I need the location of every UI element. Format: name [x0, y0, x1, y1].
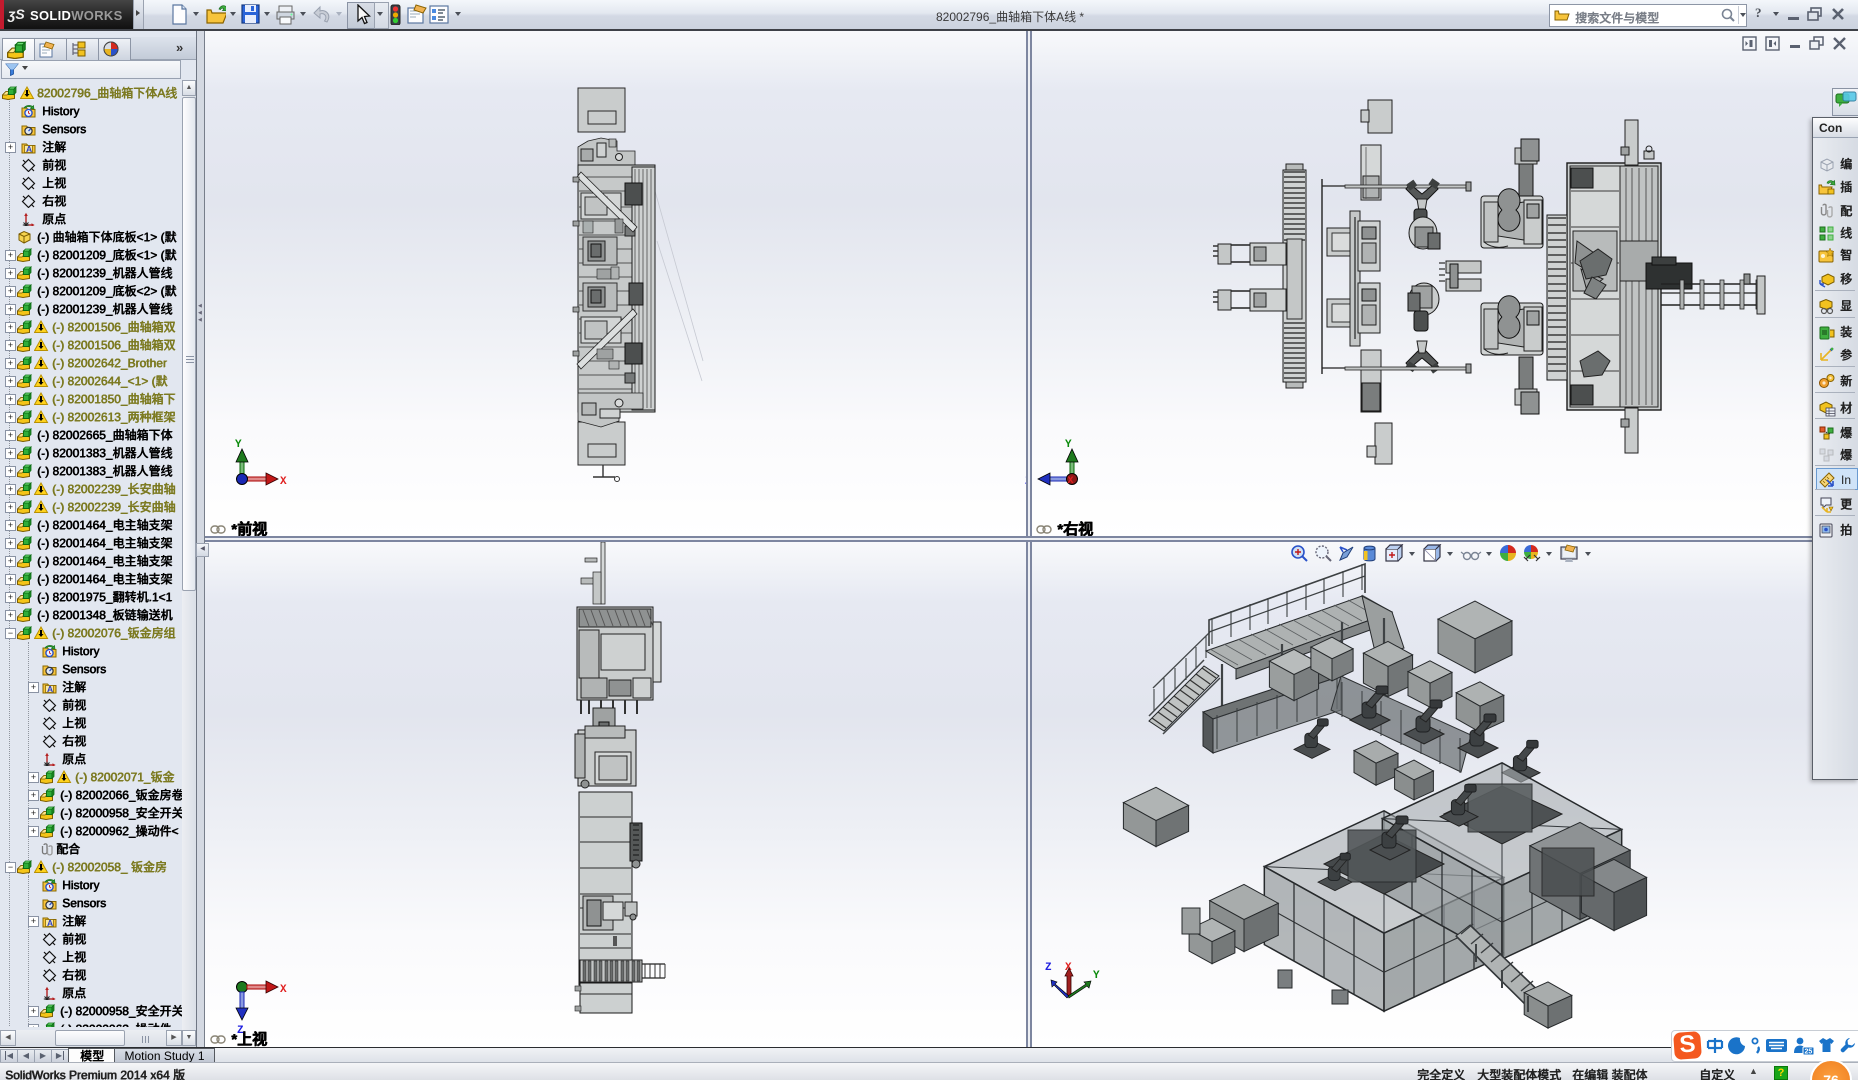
- svg-text:X: X: [280, 476, 287, 488]
- svg-text:Y: Y: [1065, 439, 1072, 451]
- svg-text:X: X: [280, 984, 287, 996]
- svg-text:Z: Z: [1045, 962, 1052, 974]
- svg-text:25: 25: [1805, 1049, 1813, 1056]
- svg-text:Y: Y: [1093, 970, 1100, 982]
- svg-text:X: X: [1068, 476, 1074, 487]
- svg-text:Z: Z: [237, 1025, 244, 1036]
- svg-text:Y: Y: [235, 439, 242, 451]
